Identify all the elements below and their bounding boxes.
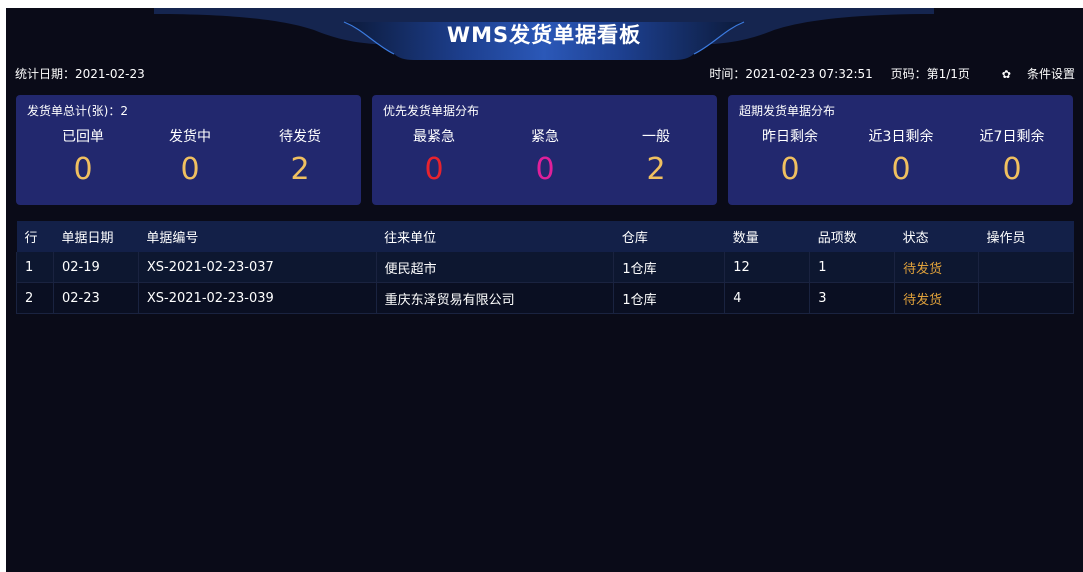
cell-items: 1 <box>809 252 896 283</box>
settings-label: 条件设置 <box>1026 67 1075 81</box>
cell-date: 02-23 <box>52 282 139 314</box>
cell-partner: 便民超市 <box>375 252 615 283</box>
top-right-info: 时间：2021-02-23 07:32:51 页码：第1/1页 ✿ 条件设置 <box>695 65 1075 83</box>
card-overdue-col: 近7日剩余 0 <box>957 127 1067 187</box>
card-overdue: 超期发货单据分布 昨日剩余 0 近3日剩余 0 近7日剩余 0 <box>728 95 1073 205</box>
col-header-items: 品项数 <box>809 221 895 252</box>
col-header-doc-no: 单据编号 <box>138 221 377 252</box>
col-header-partner: 往来单位 <box>376 221 614 252</box>
card-total-col: 已回单 0 <box>28 127 138 187</box>
card-overdue-title: 超期发货单据分布 <box>739 104 836 118</box>
col-label: 发货中 <box>169 129 211 145</box>
col-value: 0 <box>1002 152 1022 187</box>
card-total-col: 发货中 0 <box>135 127 245 187</box>
gear-icon: ✿ <box>1001 68 1011 81</box>
cell-row-no: 2 <box>16 282 54 314</box>
col-value: 0 <box>73 152 93 187</box>
cell-warehouse: 1仓库 <box>613 252 726 283</box>
cell-operator <box>978 252 1074 283</box>
card-total-title: 发货单总计(张)：2 <box>27 104 128 118</box>
card-overdue-col: 昨日剩余 0 <box>735 127 845 187</box>
col-label: 已回单 <box>62 129 104 145</box>
col-label: 一般 <box>642 129 670 145</box>
card-priority-title: 优先发货单据分布 <box>383 104 480 118</box>
col-value: 0 <box>424 152 444 187</box>
col-value: 0 <box>780 152 800 187</box>
table-row[interactable]: 1 02-19 XS-2021-02-23-037 便民超市 1仓库 12 1 … <box>16 252 1074 283</box>
col-value: 2 <box>290 152 310 187</box>
card-total: 发货单总计(张)：2 已回单 0 发货中 0 待发货 2 <box>16 95 361 205</box>
card-overdue-col: 近3日剩余 0 <box>846 127 956 187</box>
cell-qty: 4 <box>724 282 811 314</box>
col-value: 0 <box>535 152 555 187</box>
col-header-date: 单据日期 <box>53 221 139 252</box>
col-value: 0 <box>891 152 911 187</box>
cell-doc-no: XS-2021-02-23-039 <box>137 282 377 314</box>
col-header-warehouse: 仓库 <box>613 221 725 252</box>
card-priority-col: 一般 2 <box>601 127 711 187</box>
cell-qty: 12 <box>724 252 811 283</box>
cell-doc-no: XS-2021-02-23-037 <box>137 252 377 283</box>
col-label: 昨日剩余 <box>762 129 818 145</box>
shipment-table: 行 单据日期 单据编号 往来单位 仓库 数量 品项数 状态 操作员 1 02-1… <box>16 221 1074 314</box>
col-header-status: 状态 <box>894 221 979 252</box>
cell-row-no: 1 <box>16 252 54 283</box>
card-priority-col: 紧急 0 <box>490 127 600 187</box>
card-priority-col: 最紧急 0 <box>379 127 489 187</box>
col-label: 近7日剩余 <box>979 129 1045 145</box>
page-title: WMS发货单据看板 <box>446 23 642 47</box>
col-label: 待发货 <box>279 129 321 145</box>
cell-partner: 重庆东泽贸易有限公司 <box>375 282 615 314</box>
settings-button[interactable]: ✿ 条件设置 <box>988 67 1075 81</box>
cell-status: 待发货 <box>894 282 980 314</box>
card-total-col: 待发货 2 <box>245 127 355 187</box>
cell-date: 02-19 <box>52 252 139 283</box>
cell-operator <box>978 282 1074 314</box>
col-label: 近3日剩余 <box>868 129 934 145</box>
col-header-row-no: 行 <box>16 221 54 252</box>
dashboard-screen: WMS发货单据看板 统计日期：2021-02-23 时间：2021-02-23 … <box>6 8 1083 572</box>
header-banner: WMS发货单据看板 <box>154 8 934 60</box>
cell-status: 待发货 <box>894 252 980 283</box>
stat-date: 统计日期：2021-02-23 <box>15 67 145 81</box>
col-header-qty: 数量 <box>724 221 810 252</box>
current-time: 时间：2021-02-23 07:32:51 <box>709 67 873 81</box>
card-priority: 优先发货单据分布 最紧急 0 紧急 0 一般 2 <box>372 95 717 205</box>
col-value: 0 <box>180 152 200 187</box>
table-header-row: 行 单据日期 单据编号 往来单位 仓库 数量 品项数 状态 操作员 <box>16 221 1074 252</box>
page-indicator: 页码：第1/1页 <box>890 67 970 81</box>
cell-warehouse: 1仓库 <box>613 282 726 314</box>
col-header-operator: 操作员 <box>978 221 1074 252</box>
col-label: 紧急 <box>531 129 559 145</box>
table-row[interactable]: 2 02-23 XS-2021-02-23-039 重庆东泽贸易有限公司 1仓库… <box>16 282 1074 314</box>
cell-items: 3 <box>809 282 896 314</box>
col-value: 2 <box>646 152 666 187</box>
col-label: 最紧急 <box>413 129 455 145</box>
